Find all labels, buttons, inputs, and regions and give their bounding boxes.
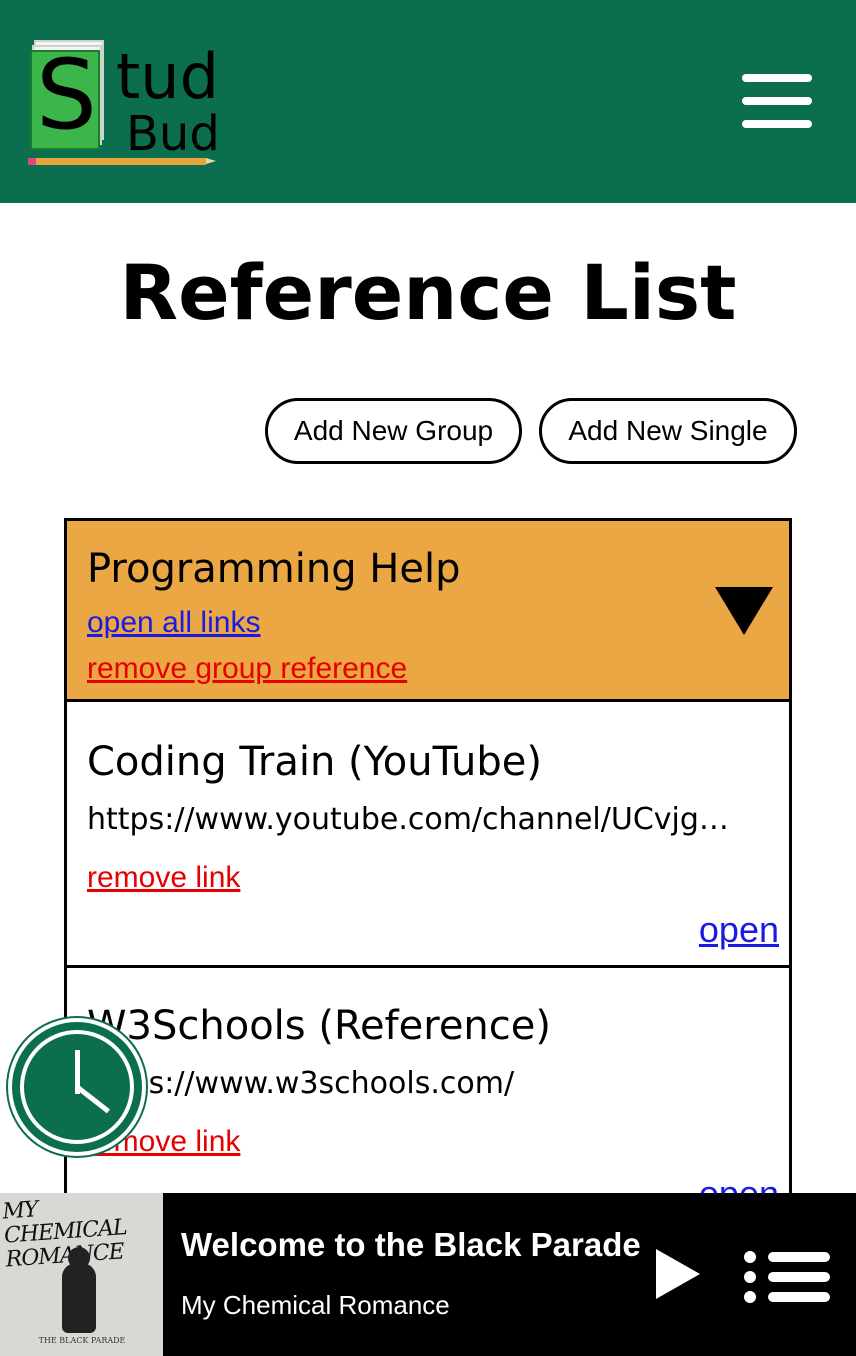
- link-title: W3Schools (Reference): [87, 1003, 551, 1049]
- logo-text-top: tud: [116, 40, 219, 113]
- playlist-bar: [768, 1252, 830, 1262]
- clock-icon[interactable]: [8, 1018, 146, 1156]
- logo-pencil: [30, 158, 206, 165]
- menu-bar: [742, 74, 812, 82]
- group-header: Programming Help open all links remove g…: [64, 518, 792, 702]
- open-all-links-link[interactable]: open all links: [87, 605, 260, 641]
- menu-bar: [742, 120, 812, 128]
- link-title: Coding Train (YouTube): [87, 739, 542, 785]
- menu-bar: [742, 97, 812, 105]
- triangle-down-icon[interactable]: [715, 587, 773, 635]
- playlist-icon[interactable]: [744, 1249, 832, 1305]
- logo-pencil-eraser: [28, 158, 36, 165]
- app-header: S tud Bud: [0, 0, 856, 203]
- list-item: Coding Train (YouTube) https://www.youtu…: [64, 699, 792, 969]
- album-art: MY CHEMICAL ROMANCE THE BLACK PARADE: [0, 1193, 163, 1356]
- add-new-single-button[interactable]: Add New Single: [539, 398, 797, 464]
- artist-name: My Chemical Romance: [181, 1290, 450, 1320]
- playlist-dot: [744, 1291, 756, 1303]
- music-player: MY CHEMICAL ROMANCE THE BLACK PARADE Wel…: [0, 1193, 856, 1356]
- group-title: Programming Help: [87, 546, 461, 592]
- playlist-dot: [744, 1251, 756, 1263]
- album-caption: THE BLACK PARADE: [38, 1336, 126, 1345]
- link-url: https://www.youtube.com/channel/UCvjgXvB…: [87, 802, 747, 837]
- logo-pencil-tip: [206, 158, 216, 164]
- album-figure: [62, 1263, 96, 1333]
- playlist-dot: [744, 1271, 756, 1283]
- remove-link-button[interactable]: remove link: [87, 860, 240, 896]
- studbud-logo[interactable]: S tud Bud: [28, 36, 220, 172]
- play-icon[interactable]: [656, 1249, 700, 1299]
- playlist-bar: [768, 1272, 830, 1282]
- link-url: https://www.w3schools.com/: [87, 1066, 515, 1101]
- add-new-group-button[interactable]: Add New Group: [265, 398, 522, 464]
- hamburger-menu-icon[interactable]: [742, 72, 814, 130]
- logo-text-bottom: Bud: [126, 106, 220, 162]
- playlist-bar: [768, 1292, 830, 1302]
- logo-letter: S: [36, 39, 97, 151]
- open-link-button[interactable]: open: [699, 908, 779, 952]
- song-title: Welcome to the Black Parade: [181, 1226, 641, 1263]
- page-title: Reference List: [119, 248, 737, 337]
- remove-group-reference-link[interactable]: remove group reference: [87, 651, 407, 687]
